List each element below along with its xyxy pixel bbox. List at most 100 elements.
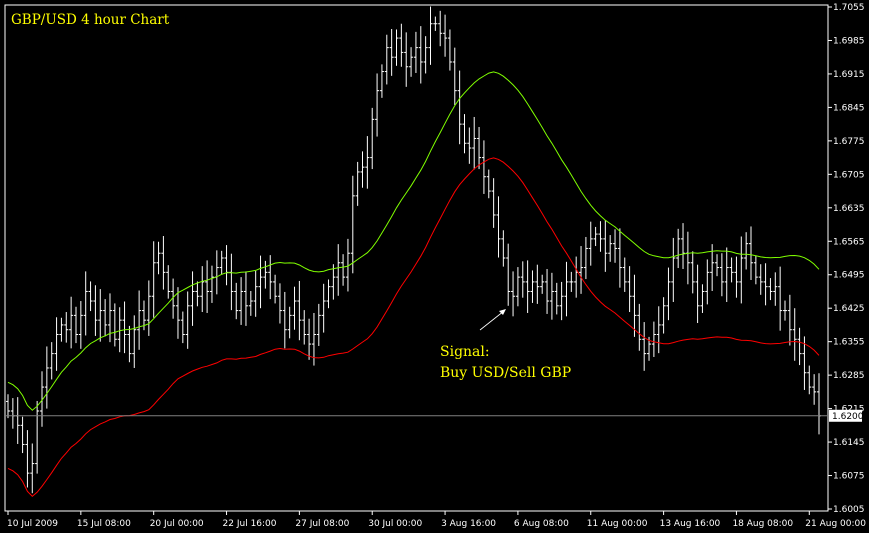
price-bar (273, 274, 278, 304)
price-bar (394, 29, 399, 66)
price-bar (44, 346, 49, 409)
price-bar (239, 277, 244, 325)
price-bar (588, 221, 593, 266)
price-bar (234, 282, 239, 320)
price-bar (656, 306, 661, 354)
price-bar (243, 271, 248, 326)
y-tick-label: 1.6285 (833, 371, 865, 381)
price-bar (564, 261, 569, 317)
price-bar (671, 237, 676, 302)
price-bar (603, 220, 608, 272)
price-bar (107, 293, 112, 343)
price-bar (812, 374, 817, 405)
price-bar (224, 245, 229, 286)
price-bar (117, 307, 122, 353)
price-bar (78, 301, 83, 349)
price-bar (501, 230, 506, 267)
price-bar (350, 175, 355, 274)
price-bar (783, 300, 788, 321)
price-bar (151, 241, 156, 318)
price-bar (719, 253, 724, 297)
price-bar (549, 272, 554, 320)
plot-frame (4, 4, 829, 512)
price-bar (195, 281, 200, 307)
price-bar (608, 235, 613, 262)
price-bar (15, 397, 20, 444)
signal-action: Buy USD/Sell GBP (440, 365, 572, 381)
price-bar (25, 430, 30, 488)
price-bar (554, 282, 559, 315)
price-bar (700, 284, 705, 313)
price-bar (525, 260, 530, 313)
price-bar (569, 271, 574, 292)
price-bar (370, 107, 375, 170)
price-bar (622, 257, 627, 292)
price-bar (166, 265, 171, 299)
price-bar (321, 283, 326, 333)
price-bars (6, 6, 821, 494)
price-bar (472, 116, 477, 170)
price-bar (73, 306, 78, 344)
y-tick-label: 1.6075 (833, 472, 865, 482)
x-tick-label: 22 Jul 16:00 (223, 519, 277, 529)
price-bar (753, 255, 758, 285)
y-tick-label: 1.6145 (833, 438, 865, 448)
price-bar (768, 278, 773, 301)
price-bar (632, 274, 637, 337)
price-bar (613, 229, 618, 263)
x-tick-label: 6 Aug 08:00 (514, 519, 569, 529)
x-axis: 10 Jul 2009 15 Jul 08:00 20 Jul 00:00 22 Ju… (7, 511, 866, 529)
price-bar (302, 310, 307, 345)
signal-arrow (479, 310, 505, 331)
price-bar (137, 290, 142, 350)
price-bar (452, 47, 457, 106)
price-bar (467, 127, 472, 164)
price-bar (627, 266, 632, 313)
price-bar (93, 285, 98, 336)
price-bar (277, 283, 282, 324)
price-bar (20, 416, 25, 454)
price-bar (496, 196, 501, 258)
price-bar (559, 281, 564, 321)
y-tick-label: 1.6495 (833, 271, 865, 281)
price-bar (355, 161, 360, 206)
price-bar (763, 263, 768, 306)
x-tick-label: 18 Aug 08:00 (732, 519, 793, 529)
price-bar (59, 317, 64, 342)
price-bar (200, 266, 205, 313)
price-bar (112, 303, 117, 347)
price-bar (462, 114, 467, 154)
y-tick-label: 1.6425 (833, 304, 865, 314)
chart-title: GBP/USD 4 hour Chart (11, 12, 170, 28)
x-tick-label: 20 Jul 00:00 (150, 519, 204, 529)
price-bar (666, 267, 671, 321)
price-bar (724, 247, 729, 302)
price-bar (146, 280, 151, 336)
price-bar (651, 321, 656, 357)
x-tick-label: 30 Jul 00:00 (368, 519, 422, 529)
price-bar (778, 266, 783, 331)
price-bar (6, 394, 10, 419)
price-bar (127, 325, 132, 363)
price-bar (705, 259, 710, 305)
y-tick-label: 1.6005 (833, 505, 865, 515)
price-bar (739, 236, 744, 304)
price-bar (180, 311, 185, 344)
price-bar (161, 236, 166, 290)
x-tick-label: 15 Jul 08:00 (77, 519, 131, 529)
price-bar (49, 342, 54, 380)
price-bar (749, 226, 754, 280)
price-bar (817, 373, 821, 435)
price-bar (773, 272, 778, 306)
price-bar (384, 34, 389, 85)
x-tick-label: 27 Jul 08:00 (295, 519, 349, 529)
price-bar (35, 400, 40, 474)
price-bar (341, 254, 346, 286)
price-bar (365, 136, 370, 189)
price-bar (282, 291, 287, 349)
price-bar (379, 64, 384, 98)
price-bar (695, 264, 700, 324)
price-bar (185, 291, 190, 349)
price-bar (520, 261, 525, 298)
price-bar (423, 36, 428, 74)
